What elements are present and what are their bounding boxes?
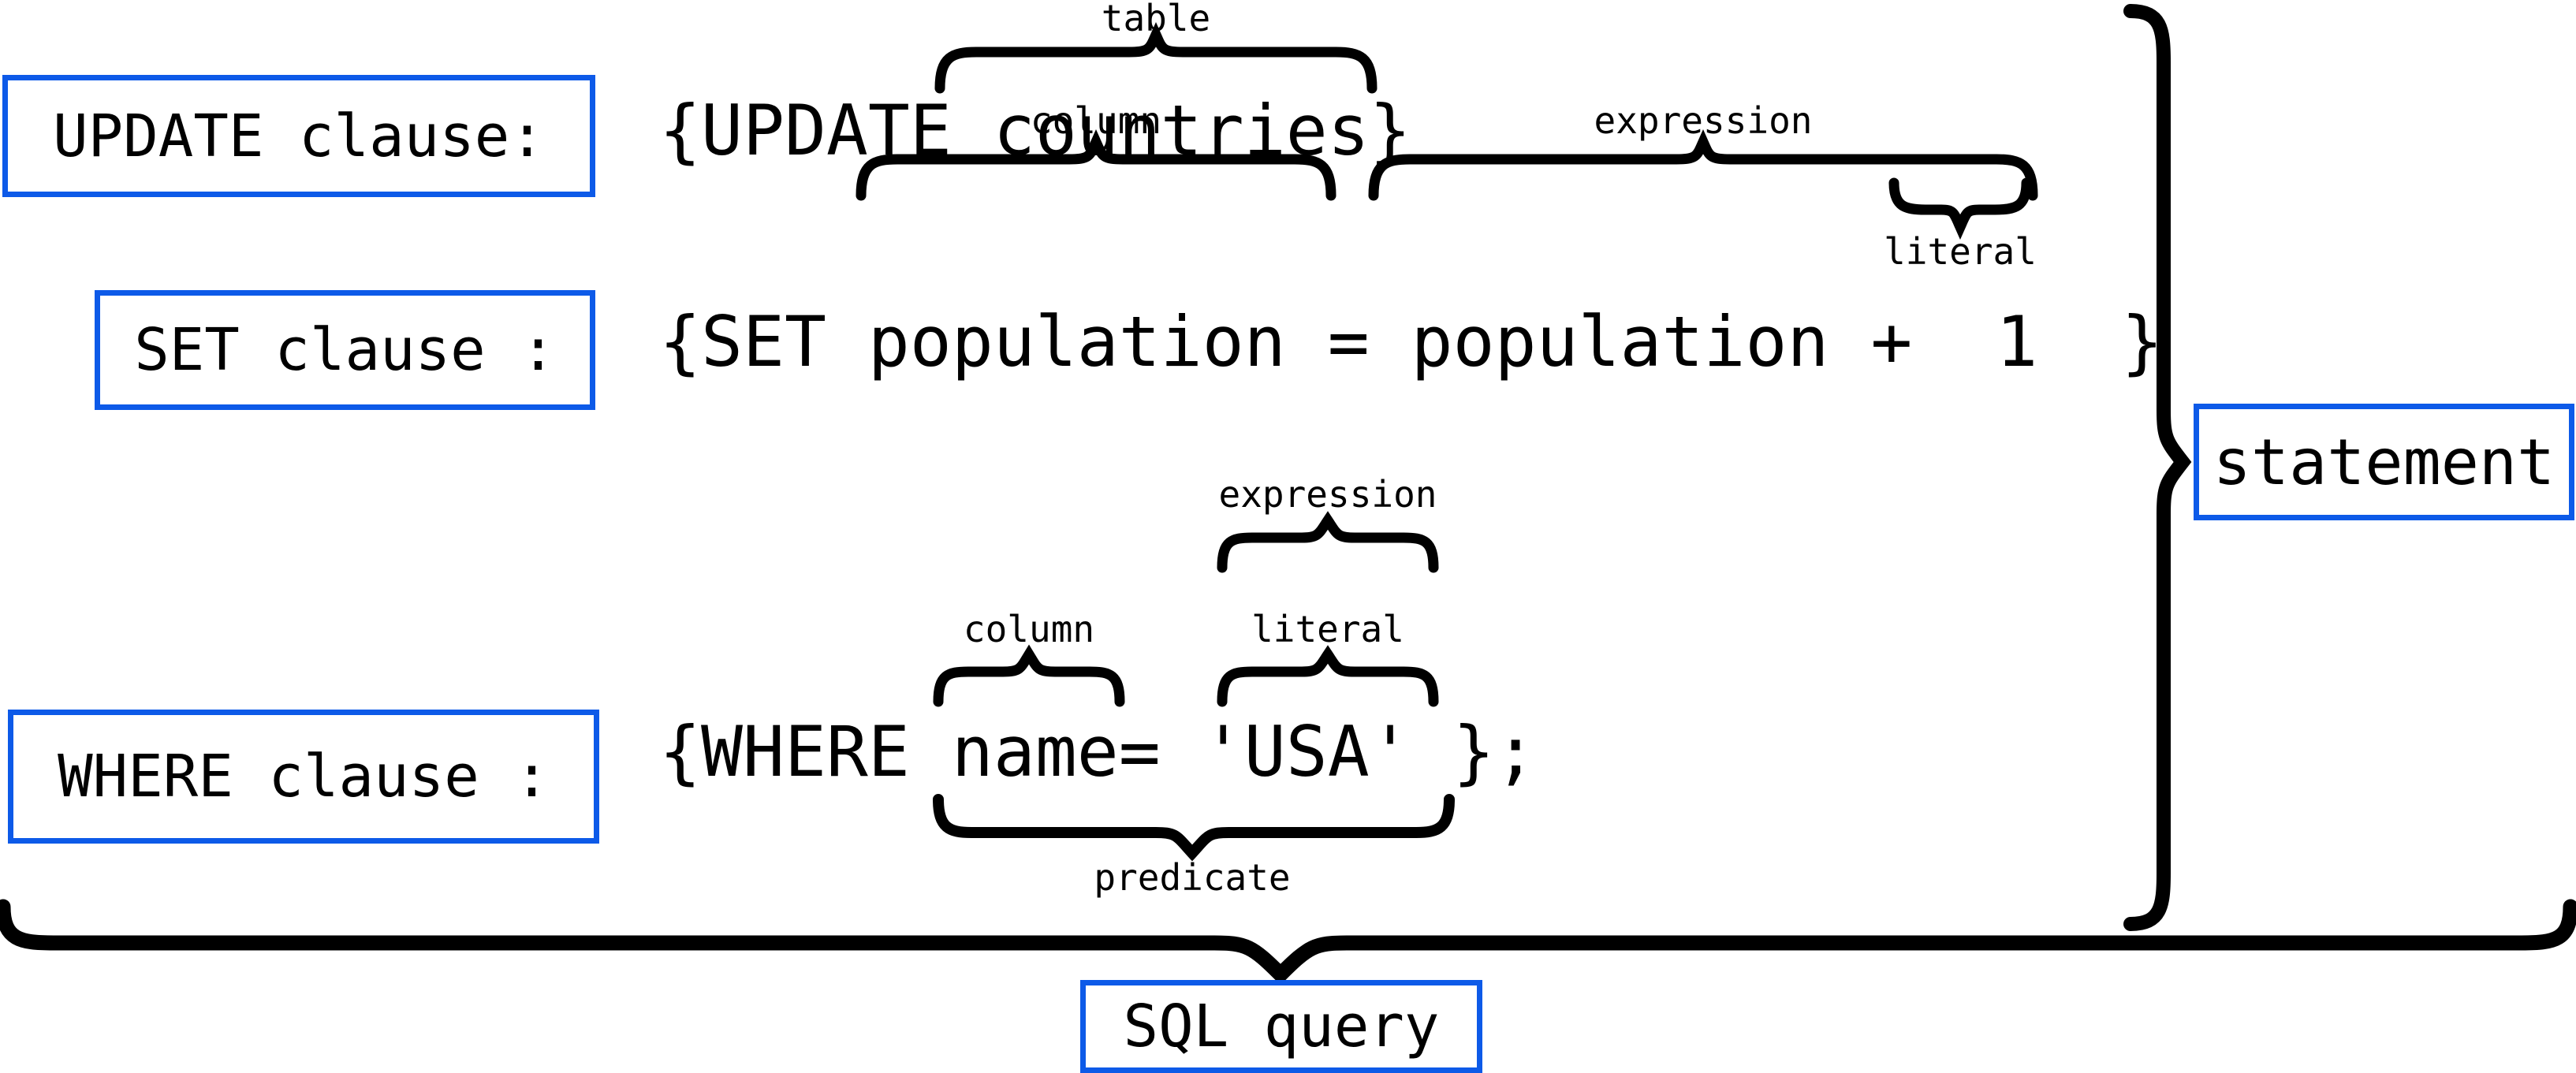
overbrace-literal-where	[1217, 645, 1439, 707]
underbrace-predicate	[933, 794, 1455, 862]
bottom-brace-sql-query	[0, 899, 2576, 985]
annotation-literal-where: literal	[1251, 608, 1404, 650]
where-clause-label-box: WHERE clause :	[8, 710, 599, 844]
update-clause-label-text: UPDATE clause:	[53, 102, 545, 170]
sql-query-label-box: SQL query	[1080, 980, 1482, 1073]
overbrace-table	[934, 21, 1377, 94]
set-clause-label-box: SET clause :	[95, 290, 595, 410]
set-clause-label-text: SET clause :	[134, 316, 556, 384]
diagram-canvas: UPDATE clause: {UPDATE countries} table …	[0, 0, 2576, 1073]
where-clause-code: {WHERE name= 'USA' };	[659, 711, 1537, 792]
right-brace-statement	[2123, 4, 2192, 931]
where-clause-label-text: WHERE clause :	[58, 743, 550, 810]
annotation-predicate: predicate	[1094, 856, 1291, 899]
annotation-literal-set: literal	[1884, 230, 2037, 273]
update-clause-label-box: UPDATE clause:	[2, 75, 595, 197]
annotation-column-set: column	[1030, 99, 1162, 142]
statement-label-box: statement	[2194, 404, 2574, 520]
annotation-table: table	[1101, 0, 1211, 39]
sql-query-label-text: SQL query	[1123, 993, 1440, 1060]
annotation-column-where: column	[963, 608, 1095, 650]
underbrace-literal-set	[1888, 177, 2032, 240]
overbrace-column-where	[933, 644, 1125, 707]
statement-label-text: statement	[2213, 425, 2555, 499]
overbrace-expression-where	[1217, 511, 1439, 573]
annotation-expression-where: expression	[1218, 473, 1437, 516]
set-clause-code: {SET population = population + 1 }	[659, 301, 2164, 382]
overbrace-expression-set	[1368, 129, 2038, 201]
annotation-expression-set: expression	[1594, 99, 1813, 142]
